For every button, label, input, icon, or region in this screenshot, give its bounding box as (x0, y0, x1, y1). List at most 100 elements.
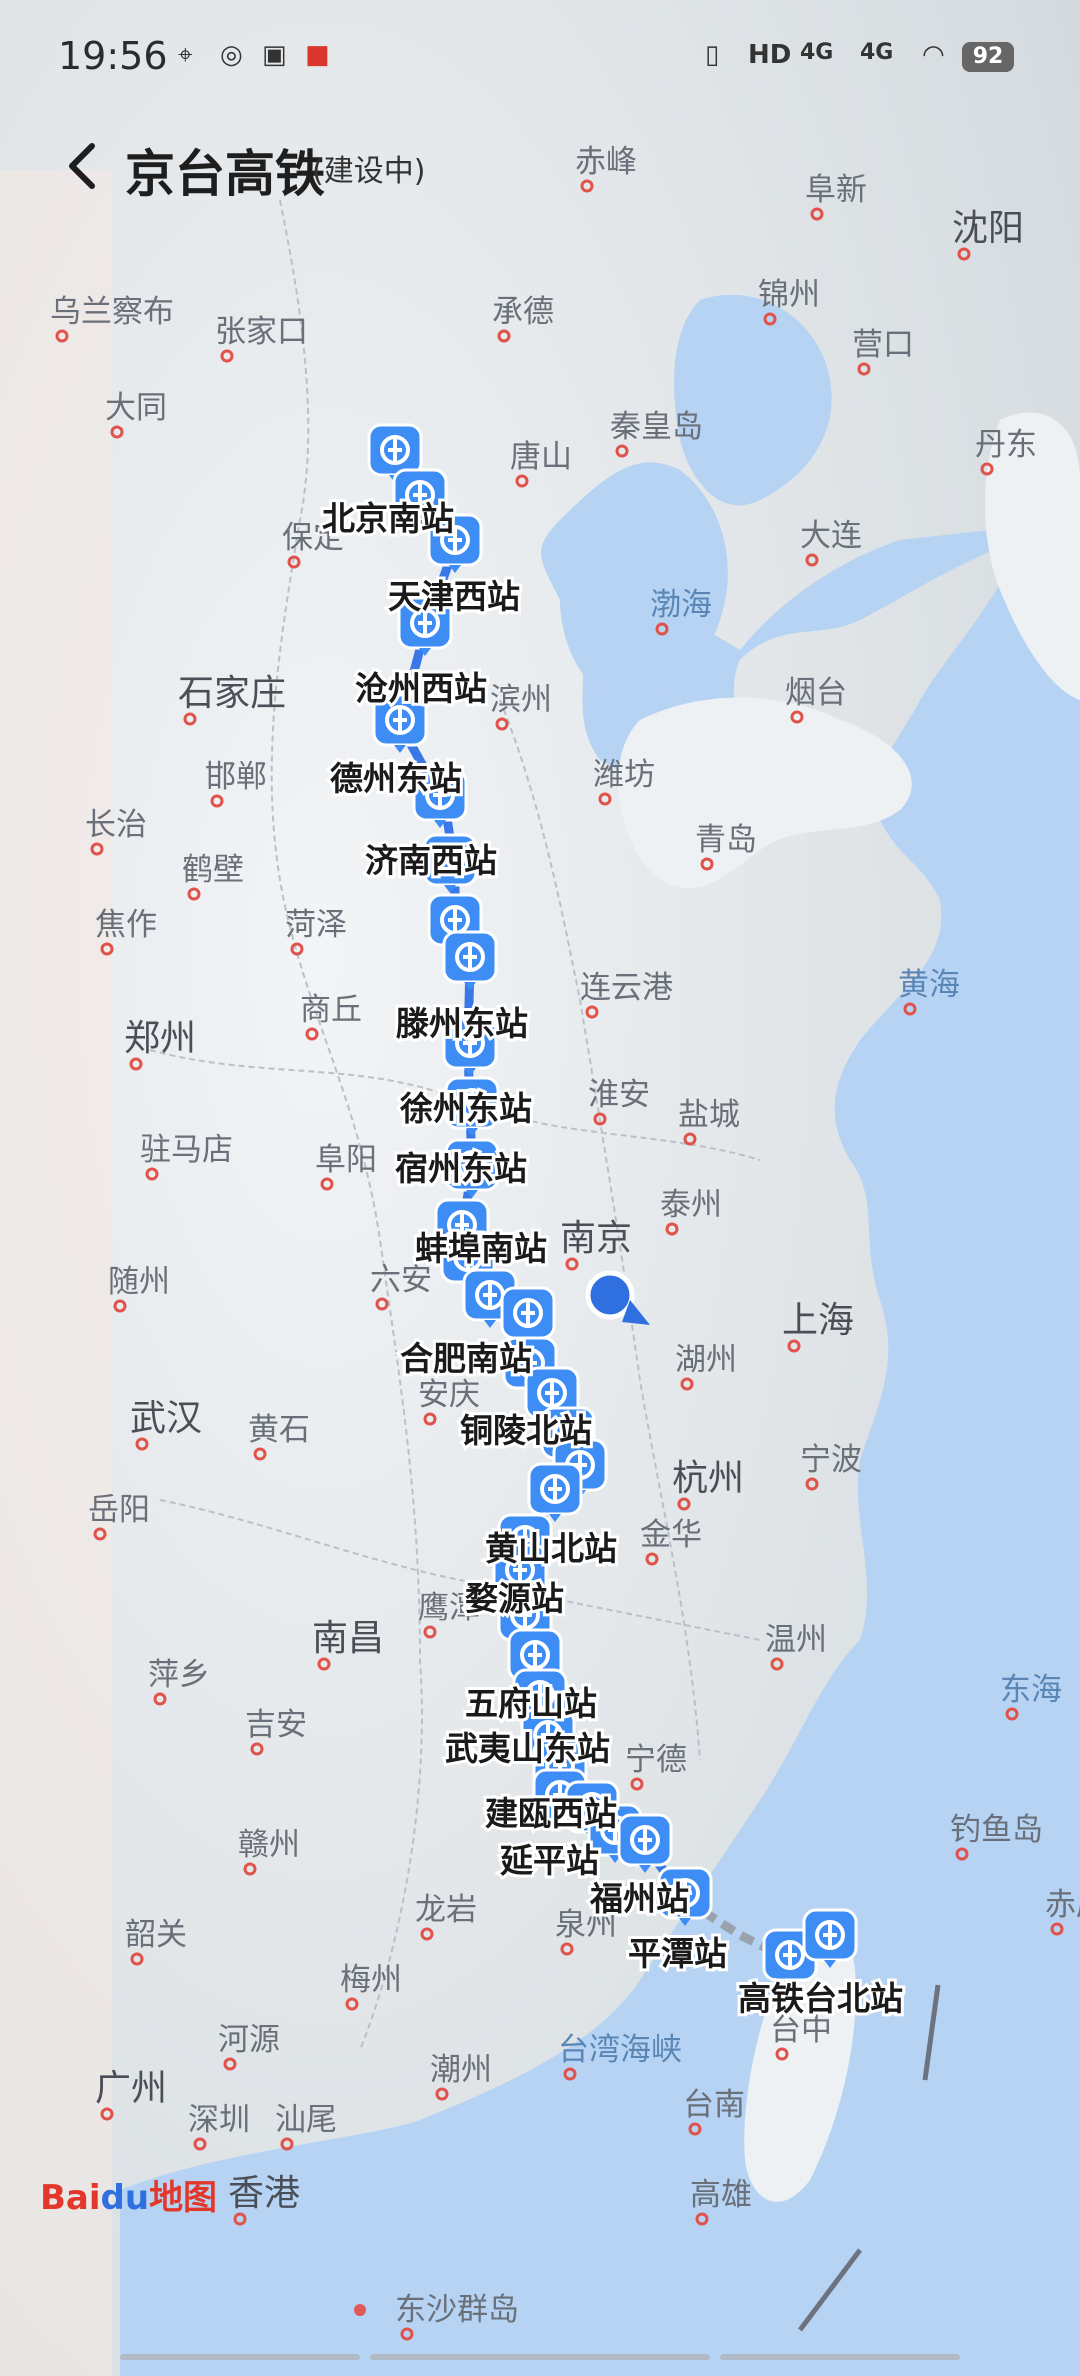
city-label: 鹤壁 (182, 852, 244, 888)
city-label: 武汉 (130, 1398, 202, 1439)
status-time: 19:56 (58, 34, 168, 78)
city-label: 赣州 (238, 1827, 300, 1863)
city-label: 宁波 (800, 1442, 862, 1478)
city-label: 香港 (228, 2173, 300, 2214)
city-label: 焦作 (95, 907, 157, 943)
city-label: 阜阳 (315, 1142, 377, 1178)
app-notification-icon-2: ▣ (262, 40, 287, 70)
city-label: 随州 (108, 1264, 170, 1300)
station-label: 北京南站 (322, 499, 454, 538)
city-label: 萍乡 (148, 1657, 210, 1693)
city-label: 台南 (683, 2087, 745, 2123)
train-station-icon[interactable] (617, 1813, 673, 1873)
city-label: 锦州 (758, 277, 820, 313)
city-label: 连云港 (580, 970, 673, 1006)
station-label: 徐州东站 (399, 1089, 532, 1128)
city-label: 钓鱼岛 (950, 1812, 1043, 1848)
city-label: 潮州 (430, 2052, 492, 2088)
city-label: 金华 (640, 1517, 702, 1553)
city-label: 盐城 (678, 1097, 740, 1133)
city-label: 南京 (560, 1218, 632, 1259)
city-label: 广州 (95, 2068, 167, 2109)
wifi-icon: ◠ (922, 40, 945, 70)
city-label: 泰州 (660, 1187, 722, 1223)
station-label: 福州站 (589, 1879, 689, 1918)
map-canvas[interactable]: 赤峰阜新沈阳乌兰察布张家口承德 锦州营口大同秦皇岛唐山 丹东保定 大连渤海石家庄 滨州烟… (0, 0, 1080, 2376)
city-label: 唐山 (510, 439, 572, 475)
status-bar: 19:56 ⌖ ◎ ▣ ■ ▯ HD 4G 4G ◠ 92 (0, 0, 1080, 110)
station-label: 德州东站 (330, 759, 462, 798)
station-label: 沧州西站 (355, 669, 487, 708)
city-label: 安庆 (418, 1377, 480, 1413)
station-label: 高铁台北站 (738, 1979, 903, 2018)
city-label: 秦皇岛 (610, 409, 703, 445)
city-label: 大连 (800, 518, 862, 554)
city-label: 吉安 (245, 1707, 307, 1743)
city-label: 东海 (1000, 1672, 1062, 1708)
train-station-icon[interactable] (442, 930, 498, 990)
station-label: 济南西站 (365, 841, 497, 880)
station-label: 平潭站 (628, 1934, 727, 1973)
city-label: 郑州 (124, 1018, 196, 1059)
city-label: 深圳 (188, 2102, 250, 2138)
city-label: 湖州 (675, 1342, 737, 1378)
city-label: 烟台 (785, 675, 847, 711)
location-status-icon: ⌖ (178, 40, 193, 70)
chevron-left-icon[interactable] (50, 130, 120, 200)
station-label: 蚌埠南站 (415, 1229, 547, 1268)
station-label: 婺源站 (465, 1579, 564, 1618)
app-notification-icon-3: ■ (305, 40, 330, 70)
city-label: 杭州 (672, 1458, 744, 1499)
city-label: 南昌 (312, 1618, 384, 1659)
page-title: 京台高铁 (125, 145, 325, 203)
city-label: 长治 (85, 807, 147, 843)
city-label: 石家庄 (178, 673, 286, 714)
city-label: 黄海 (898, 967, 960, 1003)
page-header: 京台高铁 (建设中) (0, 120, 1080, 210)
left-strip (0, 170, 112, 2376)
city-label: 驻马店 (140, 1132, 233, 1168)
station-label: 武夷山东站 (445, 1729, 610, 1768)
station-label: 铜陵北站 (460, 1411, 592, 1450)
city-label: 商丘 (300, 992, 362, 1028)
city-label: 台湾海峡 (558, 2032, 682, 2068)
bottom-bar (0, 2354, 1080, 2362)
city-label: 淮安 (588, 1077, 650, 1113)
city-label: 渤海 (650, 587, 712, 623)
station-label: 宿州东站 (395, 1149, 527, 1188)
city-label: 邯郸 (205, 759, 267, 795)
city-label: 青岛 (695, 822, 757, 858)
station-label: 黄山北站 (485, 1529, 617, 1568)
city-label: 赤尾 (1045, 1887, 1080, 1923)
city-label: 龙岩 (415, 1892, 477, 1928)
app-notification-icon: ◎ (220, 40, 243, 70)
train-station-icon[interactable] (527, 1462, 583, 1522)
city-label: 上海 (782, 1300, 854, 1341)
baidu-map-logo: Baidu地图 (40, 2178, 218, 2218)
signal-4g-2: 4G (860, 40, 894, 65)
station-label: 合肥南站 (400, 1339, 532, 1378)
city-label: 温州 (765, 1622, 827, 1658)
train-station-icon[interactable] (802, 1908, 858, 1968)
signal-4g-1: 4G (800, 40, 834, 65)
page-subtitle: (建设中) (312, 154, 426, 189)
city-label: 汕尾 (275, 2102, 337, 2138)
city-label: 菏泽 (285, 907, 347, 943)
dongsha-marker (354, 2304, 366, 2316)
city-label: 承德 (492, 294, 554, 330)
station-label: 建瓯西站 (485, 1794, 617, 1833)
city-label: 沈阳 (952, 208, 1024, 249)
city-label: 张家口 (215, 314, 308, 350)
city-label: 韶关 (125, 1917, 187, 1953)
city-label: 东沙群岛 (395, 2292, 519, 2328)
station-label: 天津西站 (388, 577, 520, 616)
station-label: 滕州东站 (396, 1004, 528, 1043)
city-label: 宁德 (625, 1742, 687, 1778)
city-label: 潍坊 (593, 757, 655, 793)
city-label: 营口 (852, 327, 914, 363)
city-label: 乌兰察布 (50, 294, 174, 330)
city-label: 黄石 (248, 1412, 310, 1448)
hd-icon: HD (748, 40, 792, 70)
city-label: 岳阳 (88, 1492, 150, 1528)
battery-indicator: 92 (962, 42, 1014, 72)
